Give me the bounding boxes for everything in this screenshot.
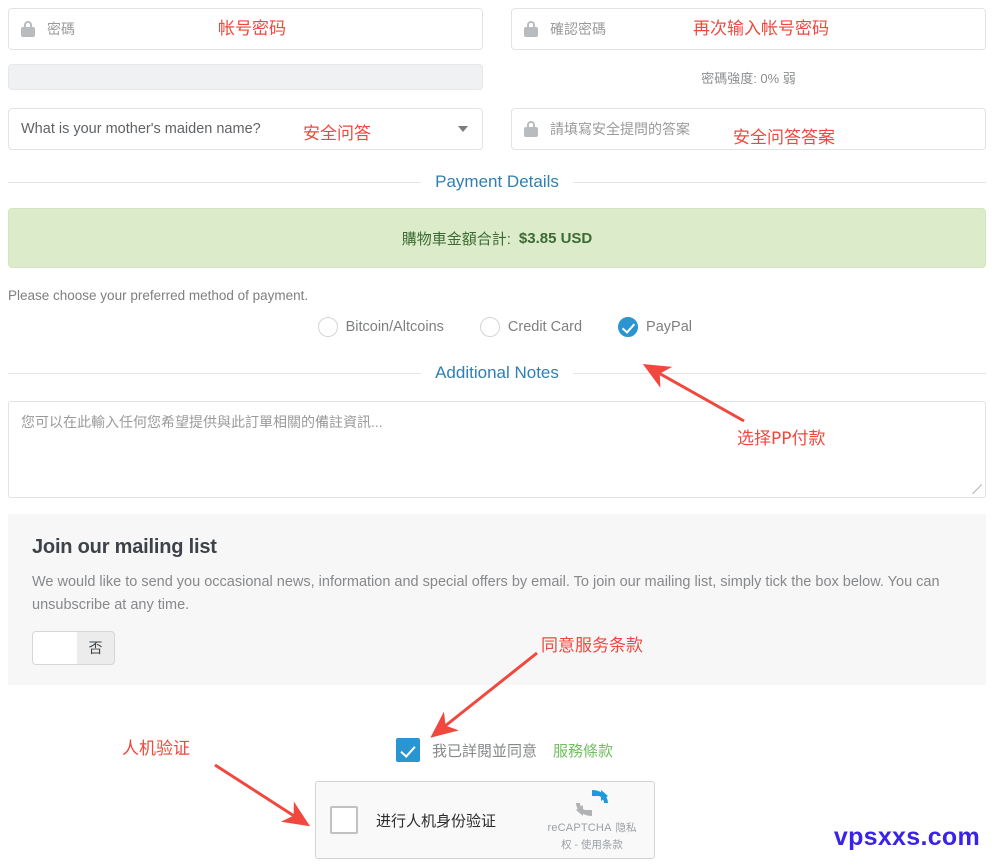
additional-notes-legend: Additional Notes [8, 363, 986, 383]
cart-total-label: 購物車金額合計: [401, 230, 511, 248]
notes-placeholder: 您可以在此輸入任何您希望提供與此訂單相關的備註資訊... [21, 414, 383, 430]
recaptcha-branding: reCAPTCHA 隐私权 - 使用条款 [544, 788, 640, 852]
payment-method-paypal[interactable]: PayPal [618, 317, 692, 337]
recaptcha-brand-name: reCAPTCHA [547, 822, 612, 834]
lock-icon [524, 121, 538, 137]
mailing-list-title: Join our mailing list [32, 536, 217, 558]
payment-method-bitcoin[interactable]: Bitcoin/Altcoins [317, 317, 444, 337]
additional-notes-title: Additional Notes [435, 363, 559, 382]
terms-checkbox-checked[interactable] [396, 738, 420, 762]
lock-icon [524, 21, 538, 37]
terms-text: 我已詳閱並同意 [432, 742, 538, 760]
additional-notes-textarea[interactable]: 您可以在此輸入任何您希望提供與此訂單相關的備註資訊... [8, 401, 986, 498]
radio-icon-credit-card[interactable] [479, 317, 500, 337]
credentials-row: 密碼 What is your mother's maiden name? 確認… [0, 0, 994, 150]
annotation-security-question: 安全问答 [303, 124, 371, 144]
recaptcha-label: 进行人机身份验证 [376, 812, 497, 830]
payment-method-hint: Please choose your preferred method of p… [8, 288, 309, 303]
recaptcha-icon [544, 788, 640, 818]
toggle-knob[interactable] [33, 631, 77, 664]
annotation-confirm-password: 再次输入帐号密码 [693, 19, 829, 39]
site-watermark: vpsxxs.com [833, 823, 980, 851]
mailing-list-panel: Join our mailing list We would like to s… [8, 514, 986, 685]
lock-icon [21, 21, 35, 37]
annotation-password: 帐号密码 [218, 19, 286, 39]
security-question-value: What is your mother's maiden name? [21, 121, 261, 137]
payment-method-credit-card[interactable]: Credit Card [479, 317, 583, 337]
password-strength-bar [8, 64, 483, 90]
mailing-list-toggle[interactable]: 否 [32, 630, 115, 665]
resize-handle[interactable] [972, 484, 982, 494]
toggle-state-label: 否 [88, 639, 103, 656]
payment-details-title: Payment Details [435, 172, 559, 191]
security-question-select[interactable]: What is your mother's maiden name? [8, 108, 483, 150]
annotation-recaptcha: 人机验证 [122, 739, 190, 759]
payment-method-label: Bitcoin/Altcoins [345, 319, 444, 335]
legend-line-right [572, 181, 986, 183]
legend-line-right [572, 372, 986, 374]
checkout-page: 密碼 What is your mother's maiden name? 確認… [0, 0, 994, 868]
payment-method-label: Credit Card [507, 319, 583, 335]
annotation-terms: 同意服务条款 [541, 636, 643, 656]
chevron-down-icon [458, 126, 468, 132]
mailing-list-description: We would like to send you occasional new… [32, 574, 940, 613]
confirm-password-placeholder: 確認密碼 [550, 21, 606, 37]
payment-method-label: PayPal [646, 319, 692, 335]
annotation-security-answer: 安全问答答案 [733, 128, 835, 148]
recaptcha-checkbox[interactable] [330, 806, 358, 834]
payment-details-legend: Payment Details [8, 172, 986, 192]
terms-of-service-link[interactable]: 服務條款 [553, 740, 613, 761]
annotation-paypal: 选择PP付款 [737, 429, 826, 449]
terms-agreement-row[interactable]: 我已詳閱並同意 服務條款 [396, 738, 613, 762]
legend-line-left [8, 181, 422, 183]
radio-icon-paypal-checked[interactable] [618, 317, 639, 337]
radio-icon-bitcoin[interactable] [317, 317, 338, 337]
cart-total-amount: $3.85 USD [518, 229, 593, 247]
security-answer-placeholder: 請填寫安全提問的答案 [550, 121, 690, 137]
legend-line-left [8, 372, 422, 374]
password-strength-text: 密碼強度: 0% 弱 [701, 70, 796, 86]
password-placeholder: 密碼 [47, 21, 75, 37]
payment-method-group: Bitcoin/Altcoins Credit Card PayPal [0, 317, 994, 337]
recaptcha-widget[interactable]: 进行人机身份验证 reCAPTCHA 隐私权 - 使用条款 [315, 781, 655, 859]
cart-total-banner: 購物車金額合計: $3.85 USD [8, 208, 986, 268]
